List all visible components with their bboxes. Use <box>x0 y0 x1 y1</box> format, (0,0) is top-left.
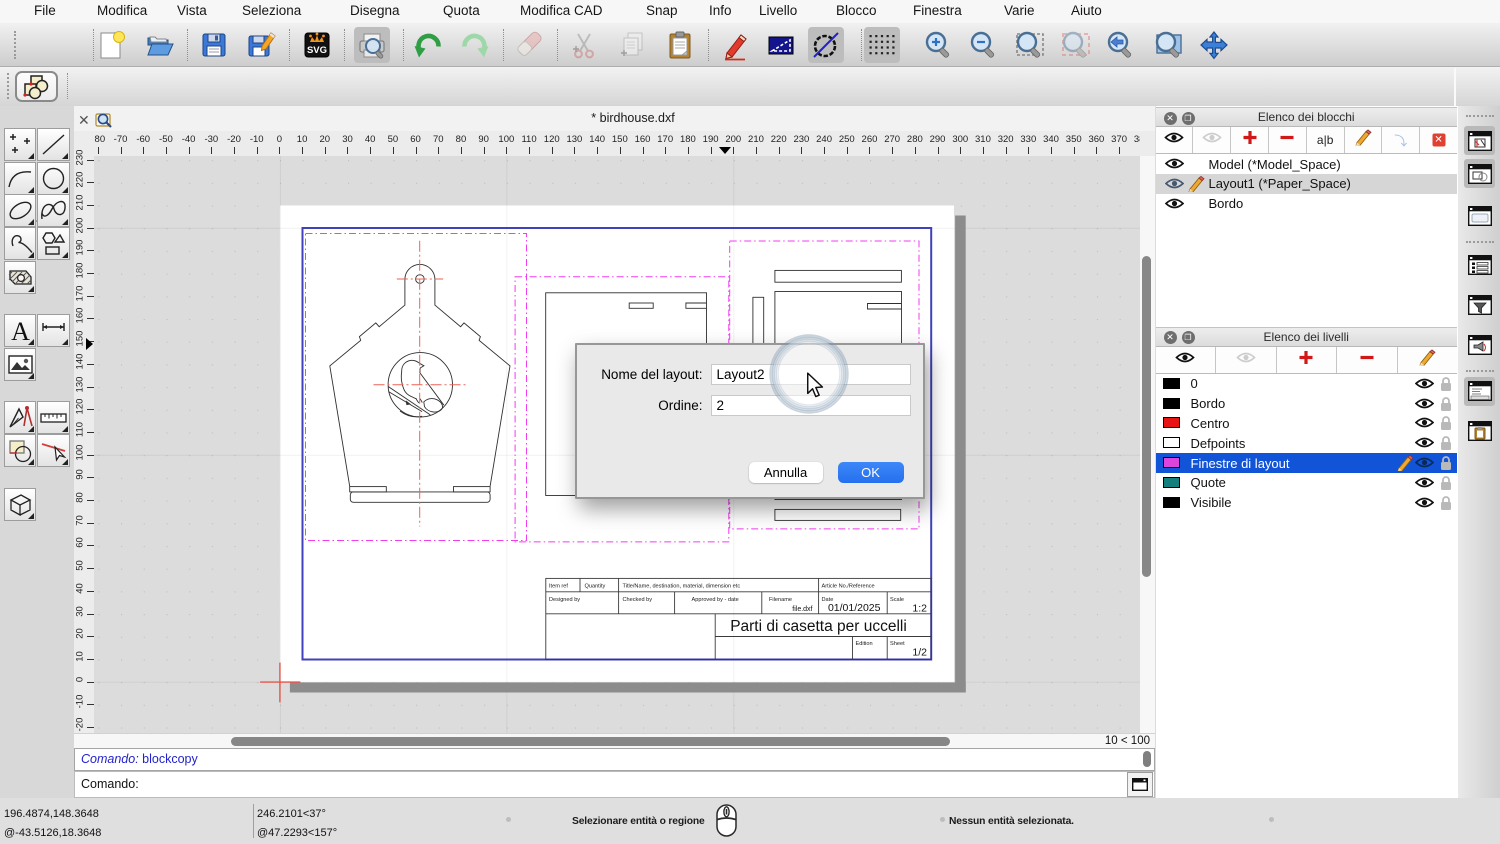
svg-text:A: A <box>11 317 30 346</box>
svg-text:Parti di casetta per uccelli: Parti di casetta per uccelli <box>730 618 907 635</box>
svg-text:Approved by - date: Approved by - date <box>691 597 738 603</box>
svg-text:Sheet: Sheet <box>890 641 905 647</box>
svg-text:Title/Name, destination, mater: Title/Name, destination, material, dimen… <box>622 583 740 589</box>
svg-text:Quantity: Quantity <box>584 583 605 589</box>
svg-text:Item ref: Item ref <box>549 583 568 589</box>
svg-text:Scale: Scale <box>890 597 904 603</box>
svg-text:1/2: 1/2 <box>912 646 927 658</box>
svg-text:Edition: Edition <box>855 641 872 647</box>
svg-text:Designed by: Designed by <box>549 597 580 603</box>
svg-text:Checked by: Checked by <box>622 597 652 603</box>
svg-text:1:2: 1:2 <box>912 602 927 614</box>
svg-text:SVG: SVG <box>307 45 327 56</box>
svg-text:Filename: Filename <box>769 597 792 603</box>
svg-text:file.dxf: file.dxf <box>792 606 812 613</box>
svg-text:01/01/2025: 01/01/2025 <box>827 602 880 614</box>
svg-text:Article No./Reference: Article No./Reference <box>821 583 874 589</box>
